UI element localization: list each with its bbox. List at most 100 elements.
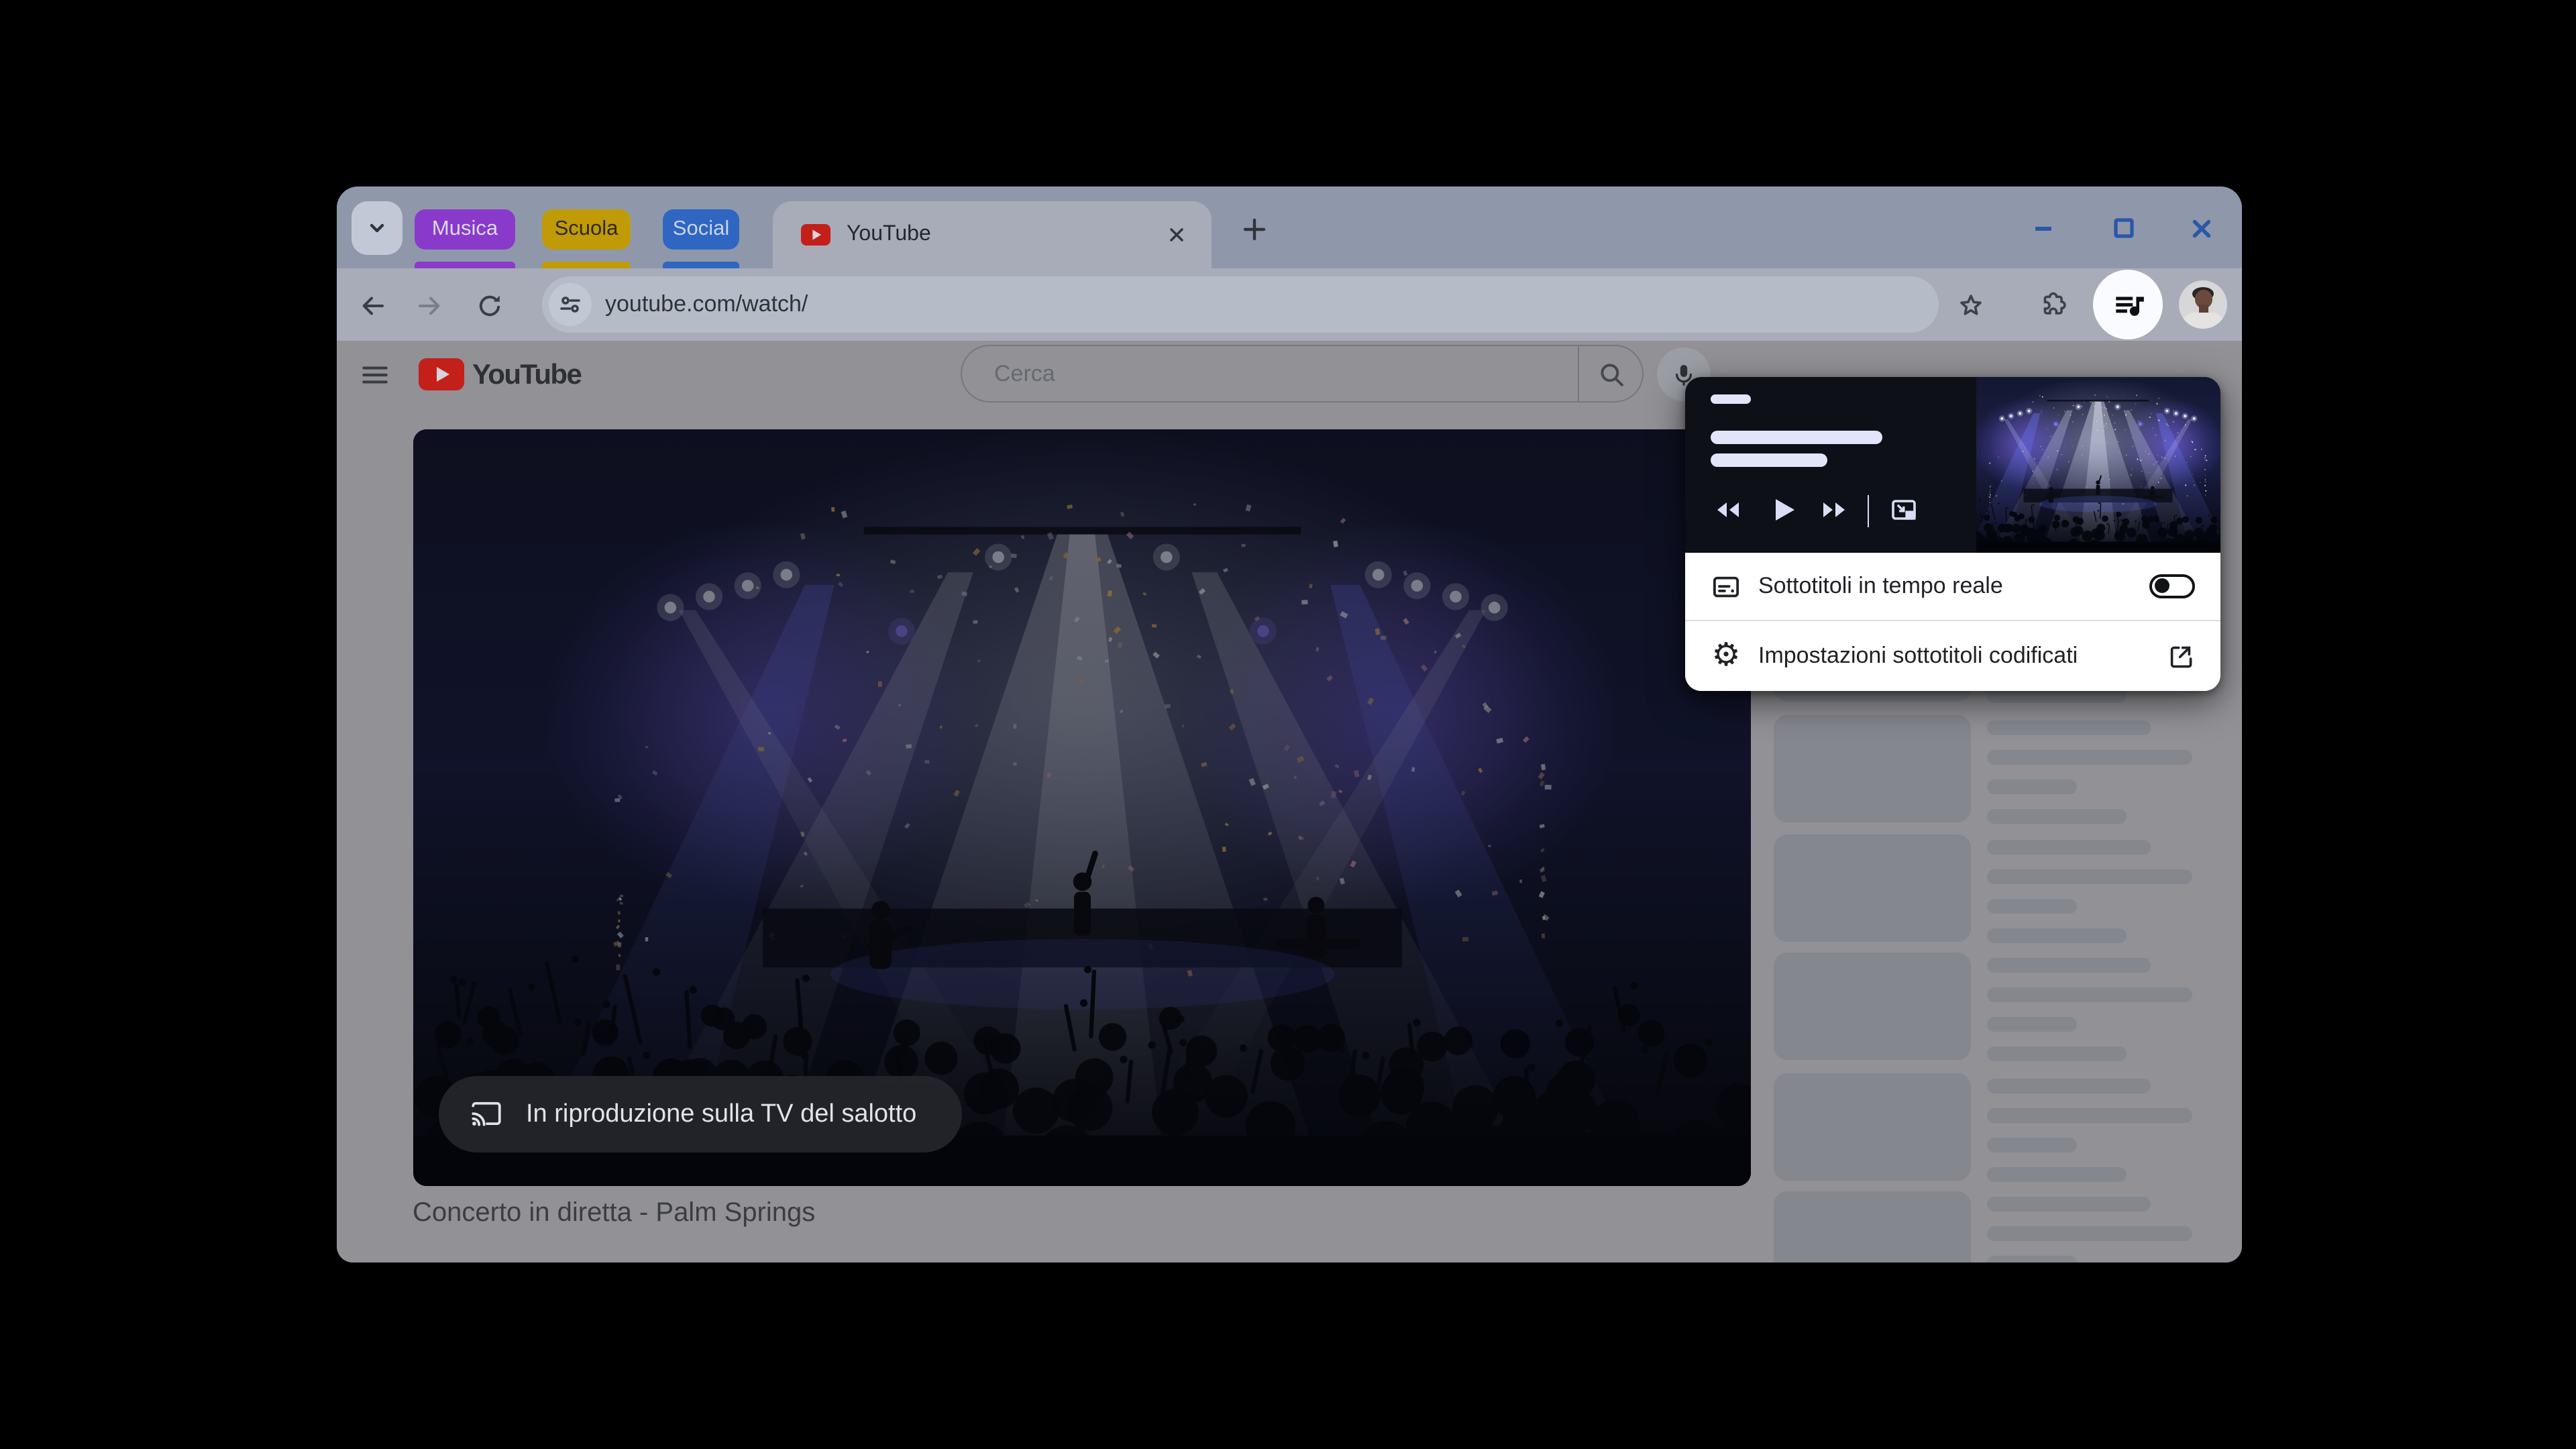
tab-group-chip-musica[interactable]: Musica [415, 209, 515, 250]
picture-in-picture-icon [1891, 499, 1915, 519]
reload-button[interactable] [474, 290, 506, 322]
maximize-icon [2114, 218, 2134, 238]
guide-menu-button[interactable] [358, 358, 390, 390]
picture-in-picture-button[interactable] [1888, 494, 1918, 524]
tab-group-underline [663, 262, 739, 268]
open-in-new-icon [2169, 646, 2192, 667]
screen: Musica Scuola Social YouTube youtube.com… [0, 0, 2576, 1449]
play-button[interactable] [1765, 492, 1800, 527]
site-settings-button[interactable] [549, 283, 592, 326]
suggested-video-thumbnail-placeholder [1774, 1073, 1971, 1181]
bookmark-button[interactable] [1955, 290, 1987, 322]
controls-divider [1867, 494, 1869, 527]
suggested-video-text-placeholder [1987, 1167, 2127, 1182]
video-player[interactable]: In riproduzione sulla TV del salotto [413, 429, 1751, 1186]
tab-group-label: Musica [431, 217, 498, 240]
suggested-video-text-placeholder [1987, 809, 2127, 824]
tune-icon [560, 297, 580, 313]
star-icon [1960, 294, 1982, 315]
youtube-favicon [801, 224, 830, 246]
live-caption-icon [1710, 570, 1742, 602]
suggested-video-text-placeholder [1987, 780, 2077, 794]
suggested-video-text-placeholder [1987, 750, 2192, 765]
suggested-video-text-placeholder [1987, 1226, 2192, 1241]
tab-group-chip-social[interactable]: Social [663, 209, 739, 250]
suggested-video-text-placeholder [1987, 899, 2077, 914]
tab-group-underline [542, 262, 631, 268]
tab-close-button[interactable] [1166, 224, 1187, 246]
caption-settings-row[interactable]: ⚙ Impostazioni sottotitoli codificati [1684, 621, 2220, 690]
suggested-video-text-placeholder [1987, 688, 2127, 703]
queue-music-icon [2115, 296, 2143, 315]
puzzle-icon [2043, 292, 2066, 315]
window-close-button[interactable] [2190, 216, 2214, 240]
live-caption-row[interactable]: Sottotitoli in tempo reale [1684, 553, 2220, 620]
new-tab-button[interactable] [1238, 213, 1271, 246]
tab-group-chip-scuola[interactable]: Scuola [542, 209, 631, 250]
suggested-video-text-placeholder [1987, 869, 2192, 884]
search-box[interactable] [961, 345, 1578, 402]
back-arrow-icon [362, 297, 384, 315]
youtube-logo-icon[interactable] [419, 358, 464, 390]
media-thumbnail [1976, 376, 2220, 553]
minimize-icon [2035, 227, 2051, 231]
concert-thumbnail-image [1976, 376, 2220, 553]
fast-forward-icon [1823, 502, 1844, 517]
youtube-wordmark[interactable]: YouTube [472, 360, 582, 392]
search-button[interactable] [1578, 345, 1644, 402]
suggested-video-thumbnail-placeholder [1774, 953, 1971, 1060]
window-minimize-button[interactable] [2031, 216, 2055, 240]
live-caption-label: Sottotitoli in tempo reale [1758, 573, 2003, 598]
media-session-card[interactable] [1684, 376, 2220, 553]
suggested-video-text-placeholder [1987, 1046, 2127, 1061]
media-title-placeholder [1711, 431, 1882, 444]
suggested-video-text-placeholder [1987, 1079, 2151, 1093]
video-title: Concerto in diretta - Palm Springs [413, 1198, 816, 1228]
live-caption-toggle[interactable] [2149, 574, 2194, 598]
suggested-video-text-placeholder [1987, 987, 2192, 1002]
media-controls-popup: Sottotitoli in tempo reale ⚙ Impostazion… [1684, 376, 2220, 690]
avatar-shirt [2183, 313, 2223, 329]
suggested-video-thumbnail-placeholder [1774, 1191, 1971, 1263]
previous-track-button[interactable] [1711, 494, 1742, 524]
extensions-button[interactable] [2035, 290, 2068, 322]
suggested-video-thumbnail-placeholder [1774, 835, 1971, 942]
suggested-video-text-placeholder [1987, 1138, 2077, 1152]
forward-button[interactable] [415, 290, 447, 322]
tab-youtube[interactable]: YouTube [773, 201, 1212, 268]
suggested-video-text-placeholder [1987, 1108, 2192, 1123]
reload-icon [479, 295, 500, 317]
browser-toolbar: youtube.com/watch/ [337, 268, 2242, 341]
next-track-button[interactable] [1819, 494, 1849, 524]
close-icon [2192, 219, 2211, 237]
search-input[interactable] [991, 359, 1507, 388]
url-text: youtube.com/watch/ [605, 291, 808, 317]
tab-group-label: Scuola [554, 217, 619, 240]
browser-window: Musica Scuola Social YouTube youtube.com… [337, 186, 2242, 1263]
play-icon [1775, 498, 1794, 520]
cast-status-text: In riproduzione sulla TV del salotto [526, 1099, 917, 1128]
suggested-video-text-placeholder [1987, 928, 2127, 943]
tab-title: YouTube [847, 223, 931, 246]
media-controls-button[interactable] [2093, 270, 2163, 339]
hamburger-icon [362, 366, 387, 383]
video-dim-overlay [413, 429, 1751, 1186]
cast-icon [472, 1102, 501, 1126]
tab-group-label: Social [672, 217, 730, 240]
plus-icon [1243, 218, 1266, 241]
media-source-placeholder [1711, 394, 1751, 404]
media-artist-placeholder [1711, 453, 1827, 467]
back-button[interactable] [356, 290, 388, 322]
caption-settings-label: Impostazioni sottotitoli codificati [1758, 642, 2078, 668]
suggested-video-text-placeholder [1987, 1017, 2077, 1032]
close-icon [1170, 228, 1183, 241]
suggested-video-thumbnail-placeholder [1774, 715, 1971, 822]
cast-status-banner: In riproduzione sulla TV del salotto [439, 1076, 962, 1152]
open-caption-settings-button[interactable] [2165, 641, 2194, 671]
suggested-video-text-placeholder [1987, 1197, 2151, 1212]
tab-search-button[interactable] [352, 201, 402, 255]
address-bar[interactable]: youtube.com/watch/ [542, 276, 1939, 333]
suggested-video-text-placeholder [1987, 840, 2151, 855]
profile-avatar[interactable] [2179, 280, 2227, 329]
window-maximize-button[interactable] [2112, 216, 2136, 240]
